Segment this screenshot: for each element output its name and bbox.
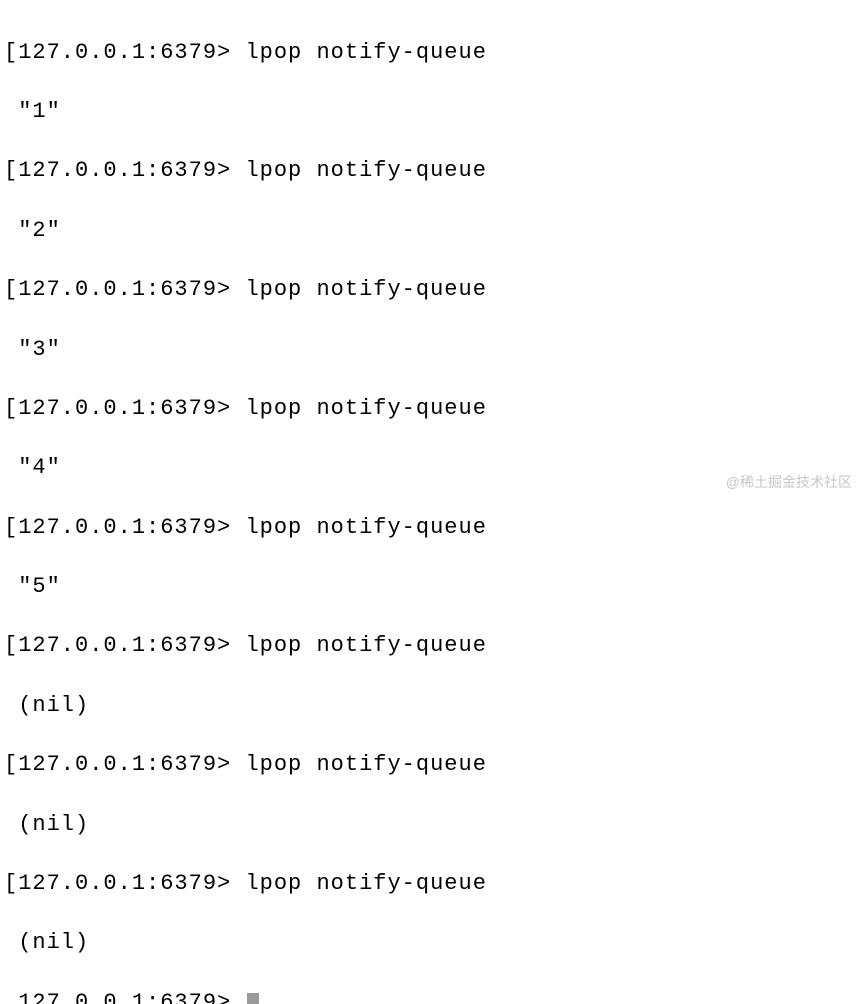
prompt: 127.0.0.1:6379> (18, 158, 231, 183)
command-text: lpop notify-queue (245, 515, 486, 540)
result-value: "2" (18, 218, 61, 243)
command-text: lpop notify-queue (245, 871, 486, 896)
result-line: "1" (4, 97, 860, 127)
command-line: [127.0.0.1:6379> lpop notify-queue (4, 513, 860, 543)
prompt: 127.0.0.1:6379> (18, 277, 231, 302)
prompt: 127.0.0.1:6379> (18, 871, 231, 896)
command-line: [127.0.0.1:6379> lpop notify-queue (4, 394, 860, 424)
result-value: (nil) (18, 930, 89, 955)
command-text: lpop notify-queue (245, 396, 486, 421)
prompt: 127.0.0.1:6379> (18, 752, 231, 777)
result-value: (nil) (18, 812, 89, 837)
result-line: (nil) (4, 928, 860, 958)
result-value: "3" (18, 337, 61, 362)
command-text: lpop notify-queue (245, 158, 486, 183)
command-line: [127.0.0.1:6379> lpop notify-queue (4, 156, 860, 186)
command-line: [127.0.0.1:6379> lpop notify-queue (4, 38, 860, 68)
command-line: [127.0.0.1:6379> lpop notify-queue (4, 750, 860, 780)
prompt-line[interactable]: 127.0.0.1:6379> (4, 988, 860, 1004)
result-value: "4" (18, 455, 61, 480)
command-line: [127.0.0.1:6379> lpop notify-queue (4, 631, 860, 661)
result-value: "1" (18, 99, 61, 124)
prompt: 127.0.0.1:6379> (18, 515, 231, 540)
watermark-text: @稀土掘金技术社区 (726, 473, 852, 492)
result-line: (nil) (4, 810, 860, 840)
command-line: [127.0.0.1:6379> lpop notify-queue (4, 869, 860, 899)
cursor-icon (247, 993, 259, 1004)
command-text: lpop notify-queue (245, 633, 486, 658)
prompt: 127.0.0.1:6379> (18, 396, 231, 421)
result-line: "3" (4, 335, 860, 365)
command-text: lpop notify-queue (245, 752, 486, 777)
terminal-output: [127.0.0.1:6379> lpop notify-queue "1" [… (4, 8, 860, 1004)
result-line: "5" (4, 572, 860, 602)
result-value: "5" (18, 574, 61, 599)
result-line: (nil) (4, 691, 860, 721)
command-line: [127.0.0.1:6379> lpop notify-queue (4, 275, 860, 305)
result-value: (nil) (18, 693, 89, 718)
prompt: 127.0.0.1:6379> (18, 990, 231, 1004)
command-text: lpop notify-queue (245, 40, 486, 65)
command-text: lpop notify-queue (245, 277, 486, 302)
result-line: "2" (4, 216, 860, 246)
prompt: 127.0.0.1:6379> (18, 633, 231, 658)
prompt: 127.0.0.1:6379> (18, 40, 231, 65)
